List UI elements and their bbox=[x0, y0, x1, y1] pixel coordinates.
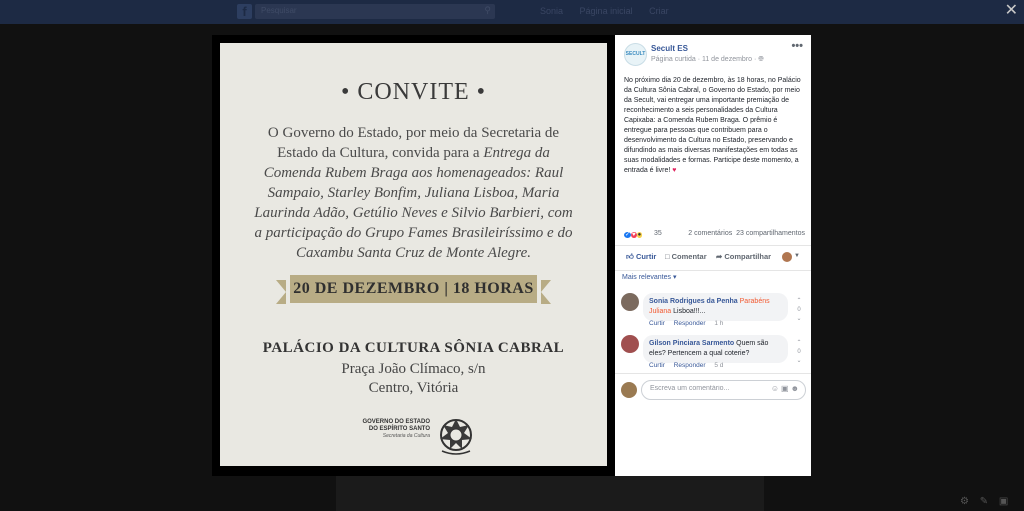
wow-reaction-icon: ● bbox=[636, 232, 643, 238]
share-button[interactable]: ➦ Compartilhar bbox=[716, 252, 771, 261]
invite-body-italic: Entrega da Comenda Rubem Braga aos homen… bbox=[254, 145, 573, 261]
share-arrow-icon: ➦ bbox=[716, 252, 723, 261]
comment-button[interactable]: □ Comentar bbox=[665, 252, 707, 261]
post-meta: Página curtida · 11 de dezembro · 🌐︎ bbox=[651, 56, 764, 64]
post-actions-bar: 👍︎ Curtir □ Comentar ➦ Compartilhar ▼ bbox=[615, 245, 811, 271]
nav-profile[interactable]: Sonia bbox=[540, 6, 563, 16]
nav-create[interactable]: Criar bbox=[649, 6, 669, 16]
commenter-avatar[interactable] bbox=[621, 335, 639, 353]
gov-line-1: GOVERNO DO ESTADO bbox=[362, 419, 430, 425]
state-coat-of-arms-icon bbox=[440, 419, 472, 455]
reactions-row: ✓ ♥ ● 35 2 comentários 23 compartilhamento… bbox=[624, 229, 805, 241]
top-nav: Sonia Página inicial Criar bbox=[540, 6, 683, 16]
close-icon[interactable]: ✕ bbox=[1005, 0, 1018, 20]
comment-time[interactable]: 5 d bbox=[714, 362, 723, 369]
comment-reply-link[interactable]: Responder bbox=[674, 362, 706, 369]
globe-icon: 🌐︎ bbox=[758, 56, 764, 63]
government-logo-text: GOVERNO DO ESTADO DO ESPÍRITO SANTO Secr… bbox=[360, 419, 430, 440]
vote-count: 0 bbox=[797, 307, 801, 313]
love-reaction-icon: ♥ bbox=[631, 232, 637, 238]
like-reaction-icon: ✓ bbox=[624, 232, 632, 238]
background-post-panel bbox=[336, 476, 764, 511]
comment-like-link[interactable]: Curtir bbox=[649, 362, 665, 369]
current-user-avatar bbox=[621, 382, 637, 398]
date-ribbon: 20 DE DEZEMBRO | 18 HORAS bbox=[276, 275, 551, 304]
background-chat-icons: ⚙ ✎ ▣ bbox=[960, 496, 1013, 507]
downvote-icon[interactable]: ⌄ bbox=[793, 357, 805, 366]
comments-shares-count: 2 comentários 23 compartilhamentos bbox=[688, 230, 805, 237]
comment-label: Comentar bbox=[671, 252, 707, 261]
nav-home[interactable]: Página inicial bbox=[580, 6, 633, 16]
comment-bubble: Sonia Rodrigues da Penha Parabéns Julian… bbox=[643, 293, 788, 321]
comment-author[interactable]: Gilson Pinciara Sarmento bbox=[649, 340, 734, 347]
vote-count: 0 bbox=[797, 349, 801, 355]
comment-bubble: Gilson Pinciara Sarmento Quem são eles? … bbox=[643, 335, 788, 363]
page-name-link[interactable]: Secult ES bbox=[651, 44, 688, 53]
search-icon[interactable]: ⚲ bbox=[484, 5, 491, 16]
comment-vote: ⌃ 0 ⌄ bbox=[793, 297, 805, 324]
comment-author[interactable]: Sonia Rodrigues da Penha bbox=[649, 298, 738, 305]
invite-address-line2: Centro, Vitória bbox=[368, 380, 459, 396]
gov-line-3: Secretaria da Cultura bbox=[382, 433, 430, 439]
comment-like-link[interactable]: Curtir bbox=[649, 320, 665, 327]
comment-text: Lisboa!!!... bbox=[671, 308, 706, 315]
thumbs-up-icon: 👍︎ bbox=[626, 252, 634, 261]
post-text: No próximo dia 20 de dezembro, às 18 hor… bbox=[624, 76, 805, 176]
upvote-icon[interactable]: ⌃ bbox=[793, 297, 805, 306]
commenter-avatar[interactable] bbox=[621, 293, 639, 311]
comment-time[interactable]: 1 h bbox=[714, 320, 723, 327]
post-as-avatar[interactable] bbox=[782, 252, 792, 262]
like-label: Curtir bbox=[635, 252, 657, 261]
gov-line-2: DO ESPÍRITO SANTO bbox=[368, 426, 430, 432]
share-label: Compartilhar bbox=[724, 252, 772, 261]
emoji-icon[interactable]: ☺ bbox=[771, 384, 781, 393]
comment-composer: ☺▣☻ bbox=[615, 373, 811, 404]
comment-vote: ⌃ 0 ⌄ bbox=[793, 339, 805, 366]
reactions-count[interactable]: 35 bbox=[654, 230, 662, 237]
comment-actions: Curtir Responder 5 d bbox=[649, 362, 730, 369]
comment-sort-dropdown[interactable]: Mais relevantes ▾ bbox=[622, 273, 676, 281]
invite-body: O Governo do Estado, por meio da Secreta… bbox=[254, 123, 573, 263]
post-text-body: No próximo dia 20 de dezembro, às 18 hor… bbox=[624, 77, 801, 174]
comment-input[interactable] bbox=[648, 384, 762, 393]
heart-emoji-icon: ♥ bbox=[672, 167, 677, 174]
sticker-icon[interactable]: ☻ bbox=[791, 384, 801, 393]
facebook-top-bar: f Pesquisar ⚲ Sonia Página inicial Criar bbox=[0, 0, 1024, 24]
chevron-down-icon[interactable]: ▼ bbox=[794, 253, 800, 259]
shares-count[interactable]: 23 compartilhamentos bbox=[736, 230, 805, 237]
like-button[interactable]: 👍︎ Curtir bbox=[626, 252, 656, 262]
invite-title: • CONVITE • bbox=[340, 79, 487, 105]
comment-actions: Curtir Responder 1 h bbox=[649, 320, 730, 327]
ribbon-date-text: 20 DE DEZEMBRO | 18 HORAS bbox=[293, 280, 534, 297]
downvote-icon[interactable]: ⌄ bbox=[793, 315, 805, 324]
post-side-panel: SECULT Secult ES Página curtida · 11 de … bbox=[615, 35, 811, 476]
comment-reply-link[interactable]: Responder bbox=[674, 320, 706, 327]
invitation-image: • CONVITE • O Governo do Estado, por mei… bbox=[220, 43, 607, 466]
more-options-icon[interactable]: ••• bbox=[791, 40, 803, 52]
reaction-icons[interactable]: ✓ ♥ ● bbox=[624, 229, 643, 238]
photo-viewer[interactable]: • CONVITE • O Governo do Estado, por mei… bbox=[212, 35, 615, 476]
comment-bubble-icon: □ bbox=[665, 252, 670, 261]
invite-venue: PALÁCIO DA CULTURA SÔNIA CABRAL bbox=[262, 340, 565, 356]
search-box[interactable]: Pesquisar ⚲ bbox=[255, 4, 495, 19]
upvote-icon[interactable]: ⌃ bbox=[793, 339, 805, 348]
invite-address-line1: Praça João Clímaco, s/n bbox=[341, 361, 486, 377]
page-avatar[interactable]: SECULT bbox=[624, 43, 647, 66]
post-meta-text: Página curtida · 11 de dezembro · bbox=[651, 56, 759, 63]
camera-icon[interactable]: ▣ bbox=[781, 384, 791, 393]
search-placeholder: Pesquisar bbox=[261, 6, 297, 15]
facebook-logo-icon[interactable]: f bbox=[237, 4, 252, 19]
comments-count[interactable]: 2 comentários bbox=[688, 230, 732, 237]
comment-input-box[interactable]: ☺▣☻ bbox=[641, 380, 806, 400]
composer-icons: ☺▣☻ bbox=[771, 384, 801, 393]
